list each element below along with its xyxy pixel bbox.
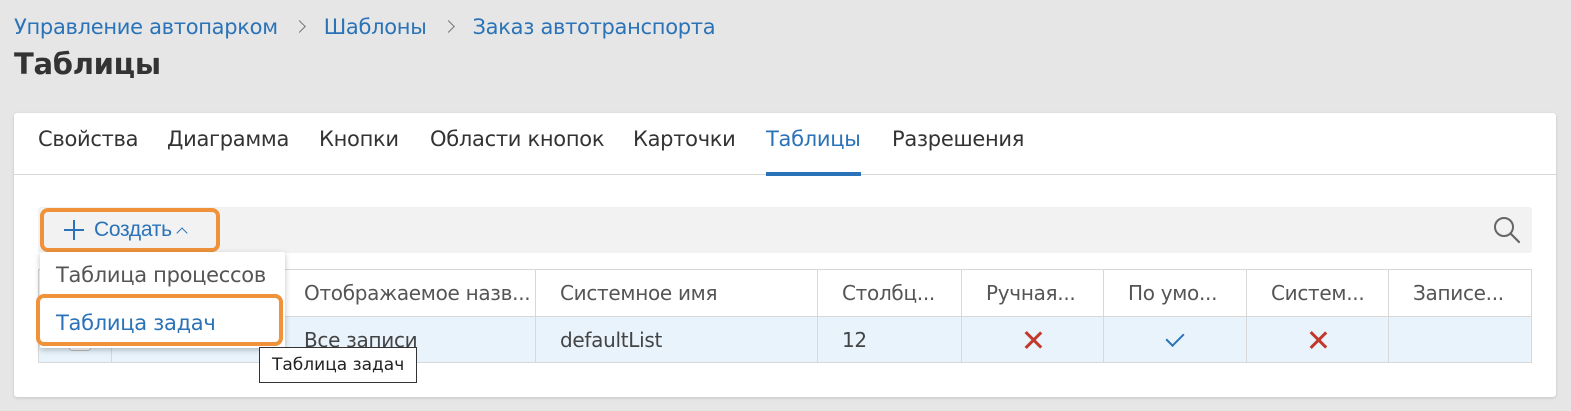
tab-cards[interactable]: Карточки: [633, 127, 736, 175]
tab-button-areas[interactable]: Области кнопок: [430, 127, 605, 175]
column-header-columns[interactable]: Столбц...: [817, 270, 961, 316]
breadcrumb-link-fleet[interactable]: Управление автопарком: [14, 15, 278, 39]
tab-bar: Свойства Диаграмма Кнопки Области кнопок…: [14, 113, 1556, 176]
cell-columns-count: 12: [817, 317, 961, 362]
toolbar: [38, 207, 1532, 253]
cell-records: [1388, 317, 1531, 362]
breadcrumb-link-order[interactable]: Заказ автотранспорта: [473, 15, 716, 39]
breadcrumb-link-templates[interactable]: Шаблоны: [324, 15, 427, 39]
create-button[interactable]: Создать: [40, 208, 220, 252]
tab-tables[interactable]: Таблицы: [766, 127, 861, 176]
column-header-display-name[interactable]: Отображаемое назв...: [279, 270, 535, 316]
column-header-system-name[interactable]: Системное имя: [535, 270, 817, 316]
menu-item-process-table[interactable]: Таблица процессов: [40, 252, 285, 298]
create-button-label: Создать: [94, 218, 172, 241]
cell-manual: [961, 317, 1103, 362]
tab-buttons[interactable]: Кнопки: [319, 127, 399, 175]
column-header-manual[interactable]: Ручная...: [961, 270, 1103, 316]
chevron-right-icon: [278, 14, 324, 40]
breadcrumb: Управление автопарком Шаблоны Заказ авто…: [14, 14, 716, 40]
create-dropdown-menu: Таблица процессов Таблица задач: [40, 252, 285, 348]
tooltip: Таблица задач: [259, 347, 418, 383]
page-title: Таблицы: [14, 47, 161, 81]
column-header-default[interactable]: По умо...: [1103, 270, 1246, 316]
search-icon[interactable]: [1492, 215, 1522, 245]
chevron-right-icon: [427, 14, 473, 40]
cell-system-name: defaultList: [535, 317, 817, 362]
column-header-system[interactable]: Систем...: [1246, 270, 1388, 316]
cell-system: [1246, 317, 1388, 362]
tab-diagram[interactable]: Диаграмма: [167, 127, 289, 175]
column-header-records[interactable]: Записе...: [1388, 270, 1531, 316]
check-icon: [1165, 327, 1185, 347]
chevron-up-icon: [176, 227, 188, 239]
x-icon: [1309, 331, 1327, 349]
plus-icon: [64, 220, 84, 240]
tab-permissions[interactable]: Разрешения: [892, 127, 1024, 175]
cell-default: [1103, 317, 1246, 362]
x-icon: [1024, 331, 1042, 349]
tab-properties[interactable]: Свойства: [38, 127, 138, 175]
menu-item-task-table[interactable]: Таблица задач: [40, 300, 285, 346]
